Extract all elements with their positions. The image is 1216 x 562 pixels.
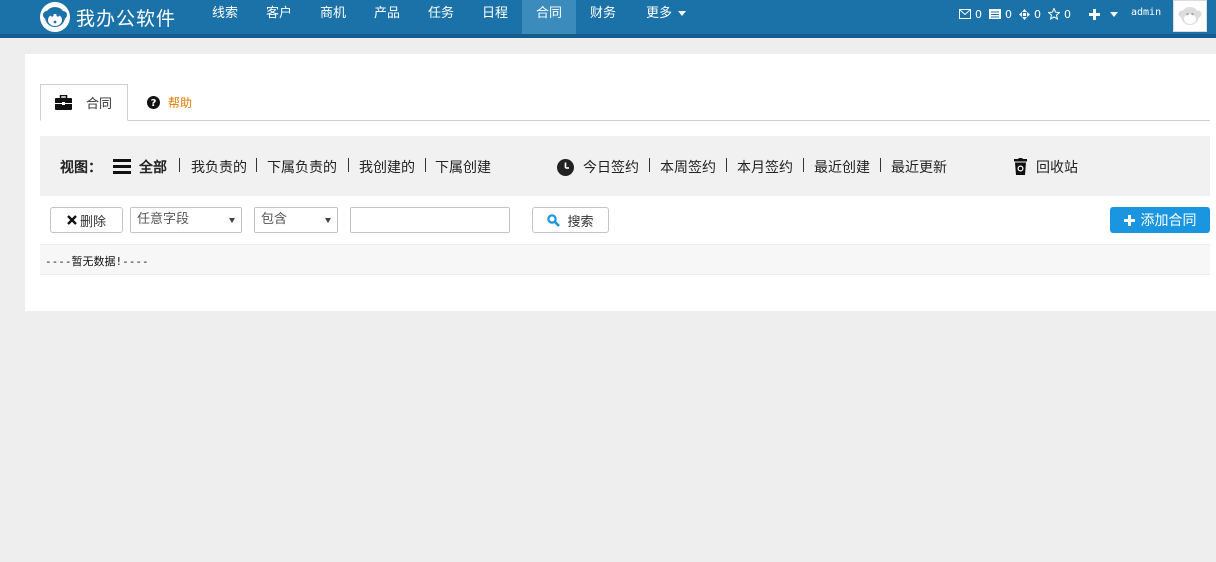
task-count: 0 <box>1034 7 1041 21</box>
monkey-logo-icon <box>40 2 70 32</box>
nav-item-tasks[interactable]: 任务 <box>419 0 463 34</box>
search-icon <box>547 213 561 227</box>
dropdown-arrow-icon <box>229 218 235 223</box>
notification-counters: 0 0 0 0 <box>959 0 1078 28</box>
message-list-icon[interactable] <box>989 9 1001 19</box>
tab-help-label: 帮助 <box>168 96 193 110</box>
add-contract-button-label: 添加合同 <box>1140 213 1197 229</box>
filter-week-signed[interactable]: 本周签约 <box>660 157 716 177</box>
table-empty-row: ----暂无数据!---- <box>40 244 1210 275</box>
filter-divider <box>649 158 650 172</box>
chevron-down-icon <box>678 11 686 16</box>
close-icon <box>67 215 77 225</box>
quick-add-menu[interactable] <box>1089 0 1118 28</box>
filter-divider <box>179 158 180 172</box>
question-circle-icon: ? <box>147 96 160 109</box>
filter-divider <box>726 158 727 172</box>
nav-item-products[interactable]: 产品 <box>365 0 409 34</box>
nav-item-contracts[interactable]: 合同 <box>522 0 576 34</box>
dropdown-arrow-icon <box>325 218 331 223</box>
mail-icon[interactable] <box>959 9 971 19</box>
favorite-count: 0 <box>1064 7 1071 21</box>
brand-name: 我办公软件 <box>76 7 177 30</box>
delete-button[interactable]: 删除 <box>50 207 123 233</box>
nav-item-finance[interactable]: 财务 <box>581 0 625 34</box>
view-filter-bar: 视图： 全部 我负责的 下属负责的 我创建的 下属创建 今日签约 本周签约 本月… <box>40 136 1210 196</box>
avatar[interactable] <box>1173 0 1207 32</box>
filter-recently-created[interactable]: 最近创建 <box>814 157 870 177</box>
filter-subordinate-created[interactable]: 下属创建 <box>435 157 491 177</box>
filter-today-signed[interactable]: 今日签约 <box>583 157 639 177</box>
nav-item-schedule[interactable]: 日程 <box>473 0 517 34</box>
tabs-divider <box>40 120 1210 121</box>
contracts-panel: 合同 ? 帮助 视图： 全部 我负责的 下属负责的 我创建的 下属创建 今日签约… <box>25 54 1216 311</box>
filter-month-signed[interactable]: 本月签约 <box>737 157 793 177</box>
chevron-down-icon <box>1110 11 1118 17</box>
nav-item-leads[interactable]: 线索 <box>203 0 247 34</box>
filter-recently-updated[interactable]: 最近更新 <box>891 157 947 177</box>
menu-list-icon <box>113 159 131 178</box>
filter-my-created[interactable]: 我创建的 <box>359 157 415 177</box>
briefcase-icon <box>55 95 72 110</box>
tab-contracts[interactable]: 合同 <box>40 84 128 121</box>
username[interactable]: admin <box>1131 7 1161 18</box>
search-input[interactable] <box>350 207 510 233</box>
recycle-bin-icon <box>1014 158 1027 179</box>
tab-contracts-label: 合同 <box>86 97 113 112</box>
filter-divider <box>880 158 881 172</box>
tab-help[interactable]: ? 帮助 <box>147 94 192 111</box>
filter-divider <box>425 158 426 172</box>
toolbar: 删除 任意字段 包含 搜索 添加合同 <box>25 206 1216 236</box>
filter-all[interactable]: 全部 <box>139 157 167 177</box>
brand[interactable]: 我办公软件 <box>40 0 176 34</box>
condition-select-value: 包含 <box>261 212 288 227</box>
view-label: 视图： <box>60 160 102 176</box>
avatar-monkey-icon <box>1178 7 1202 25</box>
message-count: 0 <box>1005 7 1012 21</box>
search-button[interactable]: 搜索 <box>532 207 609 233</box>
svg-text:?: ? <box>151 98 157 109</box>
filter-divider <box>803 158 804 172</box>
move-arrows-icon[interactable] <box>1019 8 1030 20</box>
filter-my-responsible[interactable]: 我负责的 <box>191 157 247 177</box>
mail-count: 0 <box>975 7 982 21</box>
condition-select[interactable]: 包含 <box>254 207 338 233</box>
filter-divider <box>256 158 257 172</box>
filter-subordinate-responsible[interactable]: 下属负责的 <box>267 157 337 177</box>
plus-icon <box>1123 214 1135 226</box>
filter-divider <box>348 158 349 172</box>
nav-item-more[interactable]: 更多 <box>636 0 696 34</box>
nav-item-opportunities[interactable]: 商机 <box>311 0 355 34</box>
field-select[interactable]: 任意字段 <box>130 207 242 233</box>
nav-more-label: 更多 <box>645 6 672 21</box>
clock-icon <box>557 159 574 180</box>
nav-item-customers[interactable]: 客户 <box>257 0 301 34</box>
delete-button-label: 删除 <box>79 214 106 230</box>
field-select-value: 任意字段 <box>137 212 190 227</box>
search-button-label: 搜索 <box>567 214 594 230</box>
plus-icon <box>1089 8 1100 20</box>
add-contract-button[interactable]: 添加合同 <box>1110 207 1210 233</box>
top-navbar: 我办公软件 线索 客户 商机 产品 任务 日程 合同 财务 更多 0 0 0 0… <box>0 0 1216 38</box>
filter-recycle-bin[interactable]: 回收站 <box>1036 157 1078 177</box>
star-icon[interactable] <box>1048 8 1060 20</box>
empty-message: ----暂无数据!---- <box>45 255 149 268</box>
